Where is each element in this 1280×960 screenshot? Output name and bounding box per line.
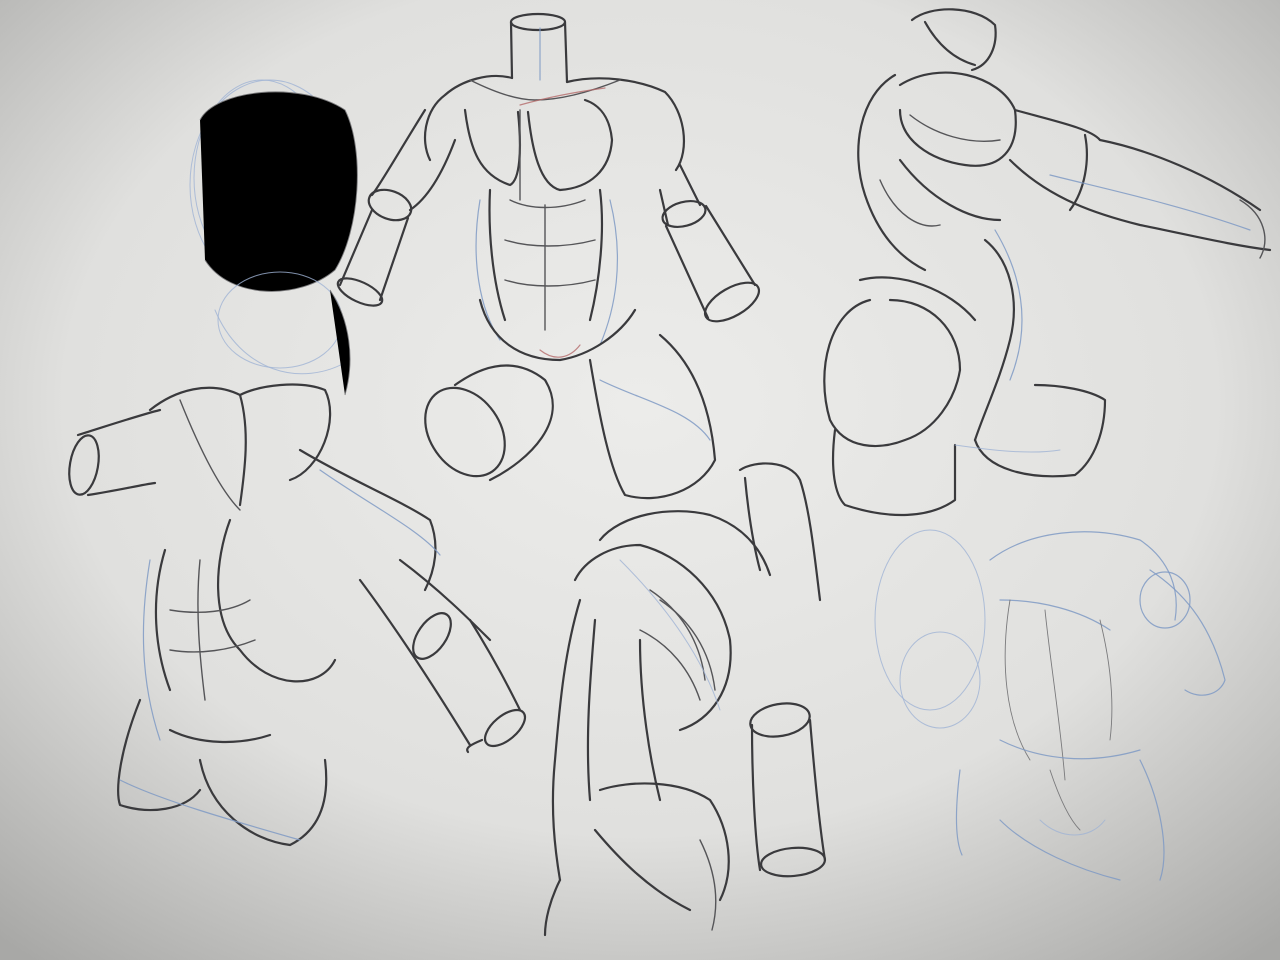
sketch-ghost-torso-top-left	[189, 79, 358, 396]
torso-sketches	[68, 8, 1272, 937]
sketch-front-torso	[336, 12, 761, 500]
sketch-lower-left-torso	[68, 383, 527, 847]
sketch-photo	[0, 0, 1280, 960]
sketch-back-torso	[543, 462, 827, 937]
sketch-twisted-torso	[823, 8, 1272, 517]
sketch-blue-torso	[874, 529, 1226, 881]
